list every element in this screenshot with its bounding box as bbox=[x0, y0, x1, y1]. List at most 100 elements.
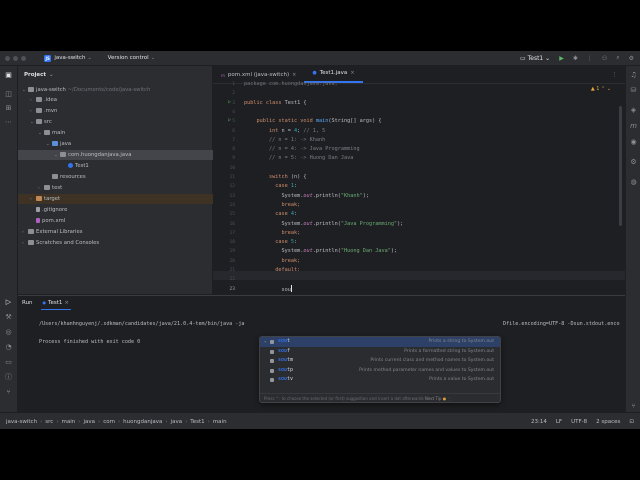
tree-item-gitignore[interactable]: .gitignore bbox=[18, 205, 230, 215]
profiler-tool-icon[interactable]: ◔ bbox=[4, 343, 13, 352]
run-main-icon[interactable]: ▷ bbox=[228, 117, 231, 123]
tree-item-idea[interactable]: › .idea bbox=[18, 95, 224, 105]
file-encoding[interactable]: UTF-8 bbox=[571, 419, 587, 425]
completion-item-souf[interactable]: souf Prints a formatted string to System… bbox=[260, 347, 500, 357]
package-icon bbox=[60, 152, 66, 157]
close-icon[interactable]: × bbox=[350, 70, 354, 76]
source-folder-icon bbox=[52, 141, 58, 146]
tree-item-scratches[interactable]: › Scratches and Consoles bbox=[18, 238, 216, 248]
settings-icon[interactable]: ⚙ bbox=[629, 55, 634, 62]
line-number: 13 bbox=[229, 193, 235, 199]
close-icon[interactable]: × bbox=[64, 300, 69, 306]
services-tool-icon[interactable]: ◎ bbox=[4, 328, 13, 337]
close-icon[interactable]: × bbox=[292, 72, 296, 78]
version-control-menu[interactable]: Version control bbox=[108, 55, 149, 61]
breadcrumb-item[interactable]: java bbox=[83, 419, 95, 425]
line-number: 17 bbox=[229, 230, 235, 236]
notifications-icon[interactable]: ♫ bbox=[629, 71, 638, 80]
tree-item-main[interactable]: ⌄ main bbox=[18, 128, 232, 138]
completion-item-soutm[interactable]: soutm Prints current class and method na… bbox=[260, 356, 500, 366]
line-number: 11 bbox=[229, 175, 235, 180]
ai-assistant-icon[interactable]: ◈ bbox=[629, 106, 638, 115]
live-template-icon bbox=[270, 368, 274, 373]
gradle-icon[interactable]: ◉ bbox=[629, 138, 638, 147]
text-caret bbox=[290, 284, 292, 292]
breadcrumb-item[interactable]: java-switch bbox=[6, 419, 37, 425]
commit-tool-icon[interactable]: ◫ bbox=[4, 90, 13, 99]
run-icon[interactable]: ▶ bbox=[559, 55, 564, 62]
more-tabs-icon[interactable]: ⋮ bbox=[612, 72, 618, 78]
tree-item-test[interactable]: › test bbox=[18, 183, 232, 193]
more-icon[interactable]: ⋮ bbox=[447, 396, 451, 401]
cursor-position[interactable]: 23:14 bbox=[531, 419, 547, 425]
git-tool-icon[interactable]: ⑂ bbox=[4, 388, 13, 397]
maven-icon[interactable]: m bbox=[629, 122, 638, 131]
git-branch-icon[interactable]: ⑂ bbox=[629, 402, 638, 411]
project-switcher[interactable]: java-switch bbox=[54, 55, 85, 61]
database-icon[interactable]: ⛁ bbox=[629, 86, 638, 95]
run-config-selector[interactable]: ▭ Test1 ⌄ bbox=[520, 55, 550, 62]
tree-item-java[interactable]: ⌄ java bbox=[18, 139, 240, 149]
console-output[interactable]: /Users/khanhnguyenj/.sdkman/candidates/j… bbox=[39, 321, 244, 327]
code-line-current: sou bbox=[281, 284, 292, 293]
structure-tool-icon[interactable]: ⊞ bbox=[4, 104, 13, 113]
console-command-tail: Dfile.encoding=UTF-8 -Dsun.stdout.enco bbox=[503, 321, 620, 327]
problems-tool-icon[interactable]: ⓘ bbox=[4, 373, 13, 382]
code-line: switch (n) { bbox=[269, 174, 307, 180]
line-separator[interactable]: LF bbox=[556, 419, 562, 425]
next-tip-link[interactable]: Next Tip bbox=[425, 396, 442, 401]
tree-item-resources[interactable]: resources bbox=[18, 172, 246, 182]
breadcrumb-item[interactable]: com bbox=[103, 419, 115, 425]
run-tool-icon[interactable]: ▷ bbox=[4, 298, 13, 307]
terminal-tool-icon[interactable]: ▭ bbox=[4, 358, 13, 367]
build-tool-icon[interactable]: ⚒ bbox=[4, 313, 13, 322]
console-exit-line: Process finished with exit code 0 bbox=[39, 339, 141, 345]
line-number: 1 bbox=[232, 82, 235, 87]
breadcrumb-item[interactable]: java bbox=[171, 419, 183, 425]
tree-item-root[interactable]: ⌄ java-switch ~/Documents/code/java-switc… bbox=[18, 85, 216, 95]
tab-label: Test1.java bbox=[319, 70, 348, 76]
completion-item-soutv[interactable]: soutv Prints a value to System.out bbox=[260, 375, 500, 385]
project-tool-icon[interactable]: ▣ bbox=[4, 71, 13, 80]
code-line: default: bbox=[275, 267, 301, 273]
lock-icon[interactable]: ⊡ bbox=[629, 419, 634, 425]
tree-item-src[interactable]: ⌄ src bbox=[18, 117, 224, 127]
line-number: 6 bbox=[232, 128, 235, 134]
user-icon[interactable]: ⚇ bbox=[602, 55, 607, 62]
folder-icon bbox=[36, 119, 42, 124]
copilot-icon[interactable]: ◍ bbox=[629, 178, 638, 187]
run-config-label: Test1 bbox=[527, 54, 544, 62]
debug-icon[interactable]: ✱ bbox=[573, 55, 578, 62]
editor-scrollbar[interactable] bbox=[619, 106, 622, 226]
run-class-icon[interactable]: ▷ bbox=[228, 99, 231, 105]
code-line: case 4: bbox=[275, 211, 298, 218]
plugin-icon[interactable]: ⚙ bbox=[629, 158, 638, 167]
more-tools-icon[interactable]: ⋯ bbox=[4, 118, 13, 127]
line-number: 4 bbox=[232, 109, 235, 115]
tree-item-external-libraries[interactable]: › External Libraries bbox=[18, 227, 216, 237]
breadcrumb-item[interactable]: huongdanjava bbox=[123, 419, 162, 425]
run-tab-test1[interactable]: ● Test1 × bbox=[40, 296, 71, 310]
folder-icon bbox=[28, 87, 34, 92]
breadcrumb-item[interactable]: src bbox=[45, 419, 53, 425]
line-number: 8 bbox=[232, 147, 235, 153]
completion-item-soutp[interactable]: soutp Prints method parameter names and … bbox=[260, 366, 500, 376]
code-line: break; bbox=[281, 257, 301, 264]
project-panel-title[interactable]: Project bbox=[24, 72, 46, 78]
indent-setting[interactable]: 2 spaces bbox=[596, 419, 620, 425]
completion-item-sout[interactable]: ▾ sout Prints a string to System.out bbox=[260, 337, 500, 347]
tree-item-mvn[interactable]: › .mvn bbox=[18, 106, 224, 116]
completion-footer: Press ^. to choose the selected (or firs… bbox=[260, 393, 500, 402]
more-actions-icon[interactable]: ⋮ bbox=[587, 55, 593, 62]
window-controls[interactable] bbox=[5, 55, 26, 61]
tree-item-pom[interactable]: pom.xml bbox=[18, 216, 230, 226]
breadcrumb-item[interactable]: main bbox=[213, 419, 227, 425]
code-area[interactable]: package com.huongdanjava.java; public cl… bbox=[244, 81, 619, 294]
code-line: public static void main(String[] args) { bbox=[256, 118, 382, 125]
tree-item-target[interactable]: › target bbox=[18, 194, 224, 204]
line-number: 16 bbox=[229, 221, 235, 227]
folder-icon bbox=[44, 185, 50, 190]
breadcrumb-item[interactable]: Test1 bbox=[190, 419, 204, 425]
breadcrumb-item[interactable]: main bbox=[62, 419, 76, 425]
search-icon[interactable]: ⌕ bbox=[616, 54, 619, 62]
